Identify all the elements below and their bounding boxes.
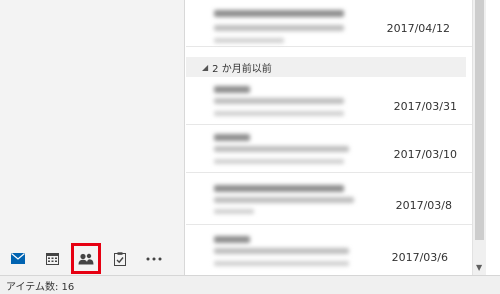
collapse-triangle-icon: ◢	[202, 62, 209, 72]
group-header-label: 2 か月前以前	[212, 63, 272, 75]
nav-more-button[interactable]	[138, 242, 170, 275]
message-date: 2017/03/6	[391, 251, 448, 264]
message-date: 2017/04/12	[386, 22, 450, 35]
message-item[interactable]: 2017/03/10	[186, 126, 472, 173]
tasks-icon	[114, 251, 126, 266]
message-date: 2017/03/8	[395, 199, 452, 212]
message-item[interactable]: 2017/03/31	[186, 78, 472, 125]
nav-calendar-button[interactable]	[36, 242, 68, 275]
message-item[interactable]: 2017/03/6	[186, 228, 472, 275]
message-list: 2017/04/12 ◢ 2 か月前以前 2017/03/31 2017/03/…	[186, 0, 472, 275]
folder-pane	[0, 0, 185, 275]
group-header[interactable]: ◢ 2 か月前以前	[186, 57, 466, 77]
scroll-down-arrow-icon[interactable]: ▼	[476, 264, 482, 272]
mail-icon	[11, 253, 25, 264]
more-icon	[146, 257, 162, 260]
navigation-bar	[0, 242, 185, 275]
reading-pane-edge	[486, 0, 500, 275]
people-icon	[78, 253, 94, 264]
vertical-scrollbar[interactable]: ▼	[472, 0, 486, 275]
message-date: 2017/03/10	[393, 148, 457, 161]
message-item[interactable]: 2017/04/12	[186, 0, 472, 47]
status-bar: アイテム数: 16	[0, 275, 500, 294]
mail-app-window: 2017/04/12 ◢ 2 か月前以前 2017/03/31 2017/03/…	[0, 0, 500, 294]
item-count: アイテム数: 16	[6, 281, 75, 293]
message-item[interactable]: 2017/03/8	[186, 178, 472, 225]
scrollbar-thumb[interactable]	[475, 0, 484, 240]
nav-people-button[interactable]	[70, 242, 102, 275]
nav-tasks-button[interactable]	[104, 242, 136, 275]
calendar-icon	[45, 252, 59, 265]
message-date: 2017/03/31	[393, 100, 457, 113]
nav-mail-button[interactable]	[2, 242, 34, 275]
